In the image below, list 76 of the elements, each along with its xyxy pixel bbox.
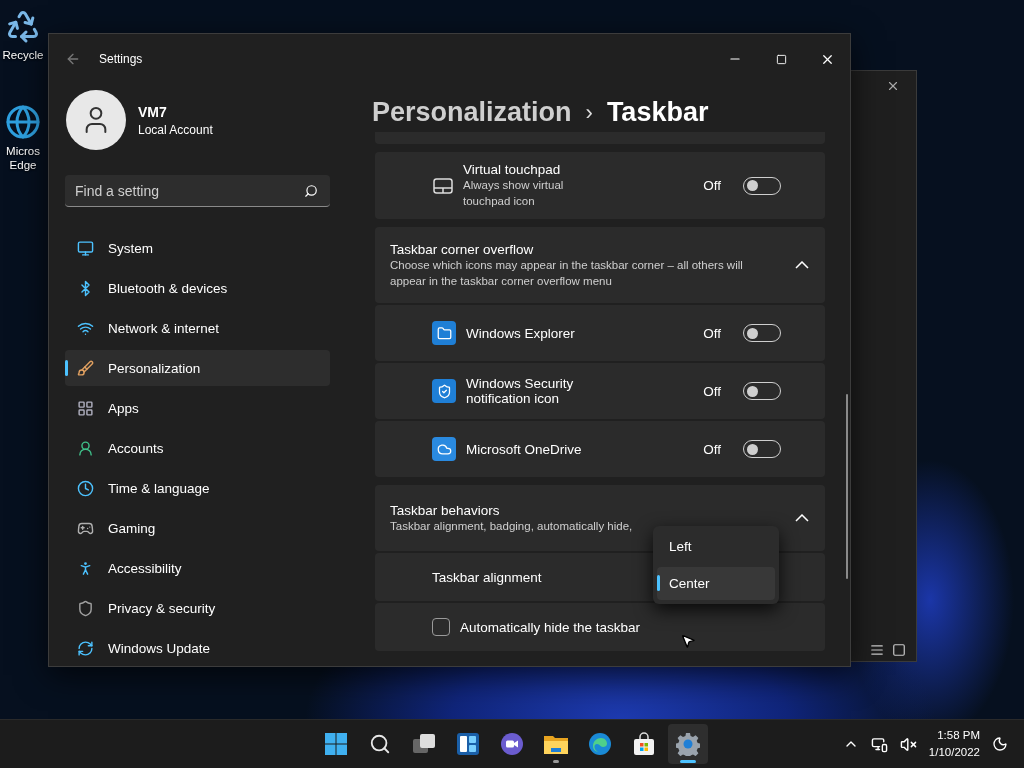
monitor-icon [77,239,94,257]
store-icon [632,732,656,756]
user-name: VM7 [138,103,168,120]
checkbox[interactable] [432,618,450,636]
clock-time[interactable]: 1:58 PM [937,727,980,744]
setting-description: Always show virtual touchpad icon [463,178,565,209]
desktop-icon-label: Micros Edge [5,144,41,173]
close-icon[interactable] [886,79,900,93]
toggle-state: Off [703,383,721,399]
folder-icon [543,733,569,755]
nav-item[interactable]: Accessibility [65,550,330,586]
section-title: Taskbar corner overflow [390,241,535,257]
nav-item[interactable]: Gaming [65,510,330,546]
clock-date[interactable]: 1/10/2022 [928,744,980,761]
breadcrumb-link[interactable]: Personalization [372,97,572,128]
section-title: Taskbar behaviors [390,502,501,518]
mouse-pointer-icon [680,633,696,649]
scrollbar-thumb[interactable] [846,394,848,579]
cloud-icon [432,437,456,461]
search-field[interactable]: Find a setting [65,175,330,207]
section-description: Choose which icons may appear in the taskbar corner – all others will appear in the taskbar corner overflow menu [390,257,744,289]
touchpad-icon [433,177,453,194]
desktop-icon-label: Recycle [1,48,45,63]
setting-title: Microsoft OneDrive [466,441,583,457]
toggle-state: Off [703,325,721,341]
setting-title: Taskbar alignment [432,569,542,585]
toggle-state: Off [703,441,721,457]
list-view-icon[interactable] [870,643,884,657]
setting-title: Virtual touchpad [463,162,562,177]
breadcrumb-separator: › [585,99,593,126]
shield-icon [77,599,94,617]
network-icon[interactable] [870,735,888,753]
widgets-icon [456,732,480,756]
setting-title: Windows Security notification icon [466,376,575,406]
brush-icon [77,359,94,377]
volume-muted-icon[interactable] [899,735,917,753]
settings-icon [676,732,700,756]
square-icon[interactable] [892,643,906,657]
moon-icon[interactable] [992,736,1008,752]
setting-title: Windows Explorer [466,325,576,341]
nav-item[interactable]: Personalization [65,350,330,386]
nav-item[interactable]: System [65,230,330,266]
window-title: Settings [99,52,143,66]
windows-logo-icon [324,732,348,756]
taskbar-button[interactable] [668,724,708,764]
nav-item[interactable]: Bluetooth & devices [65,270,330,306]
task-view-icon [412,733,436,755]
menu-item[interactable]: Left [657,530,775,563]
menu-item[interactable]: Center [657,567,775,600]
nav-item[interactable]: Time & language [65,470,330,506]
checkbox-label: Automatically hide the taskbar [460,619,641,635]
page-title: Taskbar [606,97,709,128]
shield-icon [432,379,456,403]
refresh-icon [77,639,94,657]
account-type: Local Account [138,122,213,137]
section-description: Taskbar alignment, badging, automatically hide, [390,518,634,534]
folder-icon [432,321,456,345]
recycle-bin-icon[interactable] [5,8,41,44]
chat-icon [500,732,524,756]
maximize-icon[interactable] [775,53,787,65]
browser-icon[interactable] [5,104,41,140]
nav-item[interactable]: Windows Update [65,630,330,666]
clock-icon [77,479,94,497]
grid-icon [77,399,94,417]
chevron-up-icon[interactable] [795,261,809,269]
nav-item[interactable]: Accounts [65,430,330,466]
person-icon [77,439,94,457]
browser-icon [588,732,612,756]
chevron-up-icon[interactable] [795,514,809,522]
nav-item[interactable]: Apps [65,390,330,426]
toggle-state: Off [703,178,721,193]
search-icon [304,184,318,198]
search-icon [369,733,391,755]
avatar-icon [66,90,126,150]
nav-item[interactable]: Privacy & security [65,590,330,626]
nav-item[interactable]: Network & internet [65,310,330,346]
